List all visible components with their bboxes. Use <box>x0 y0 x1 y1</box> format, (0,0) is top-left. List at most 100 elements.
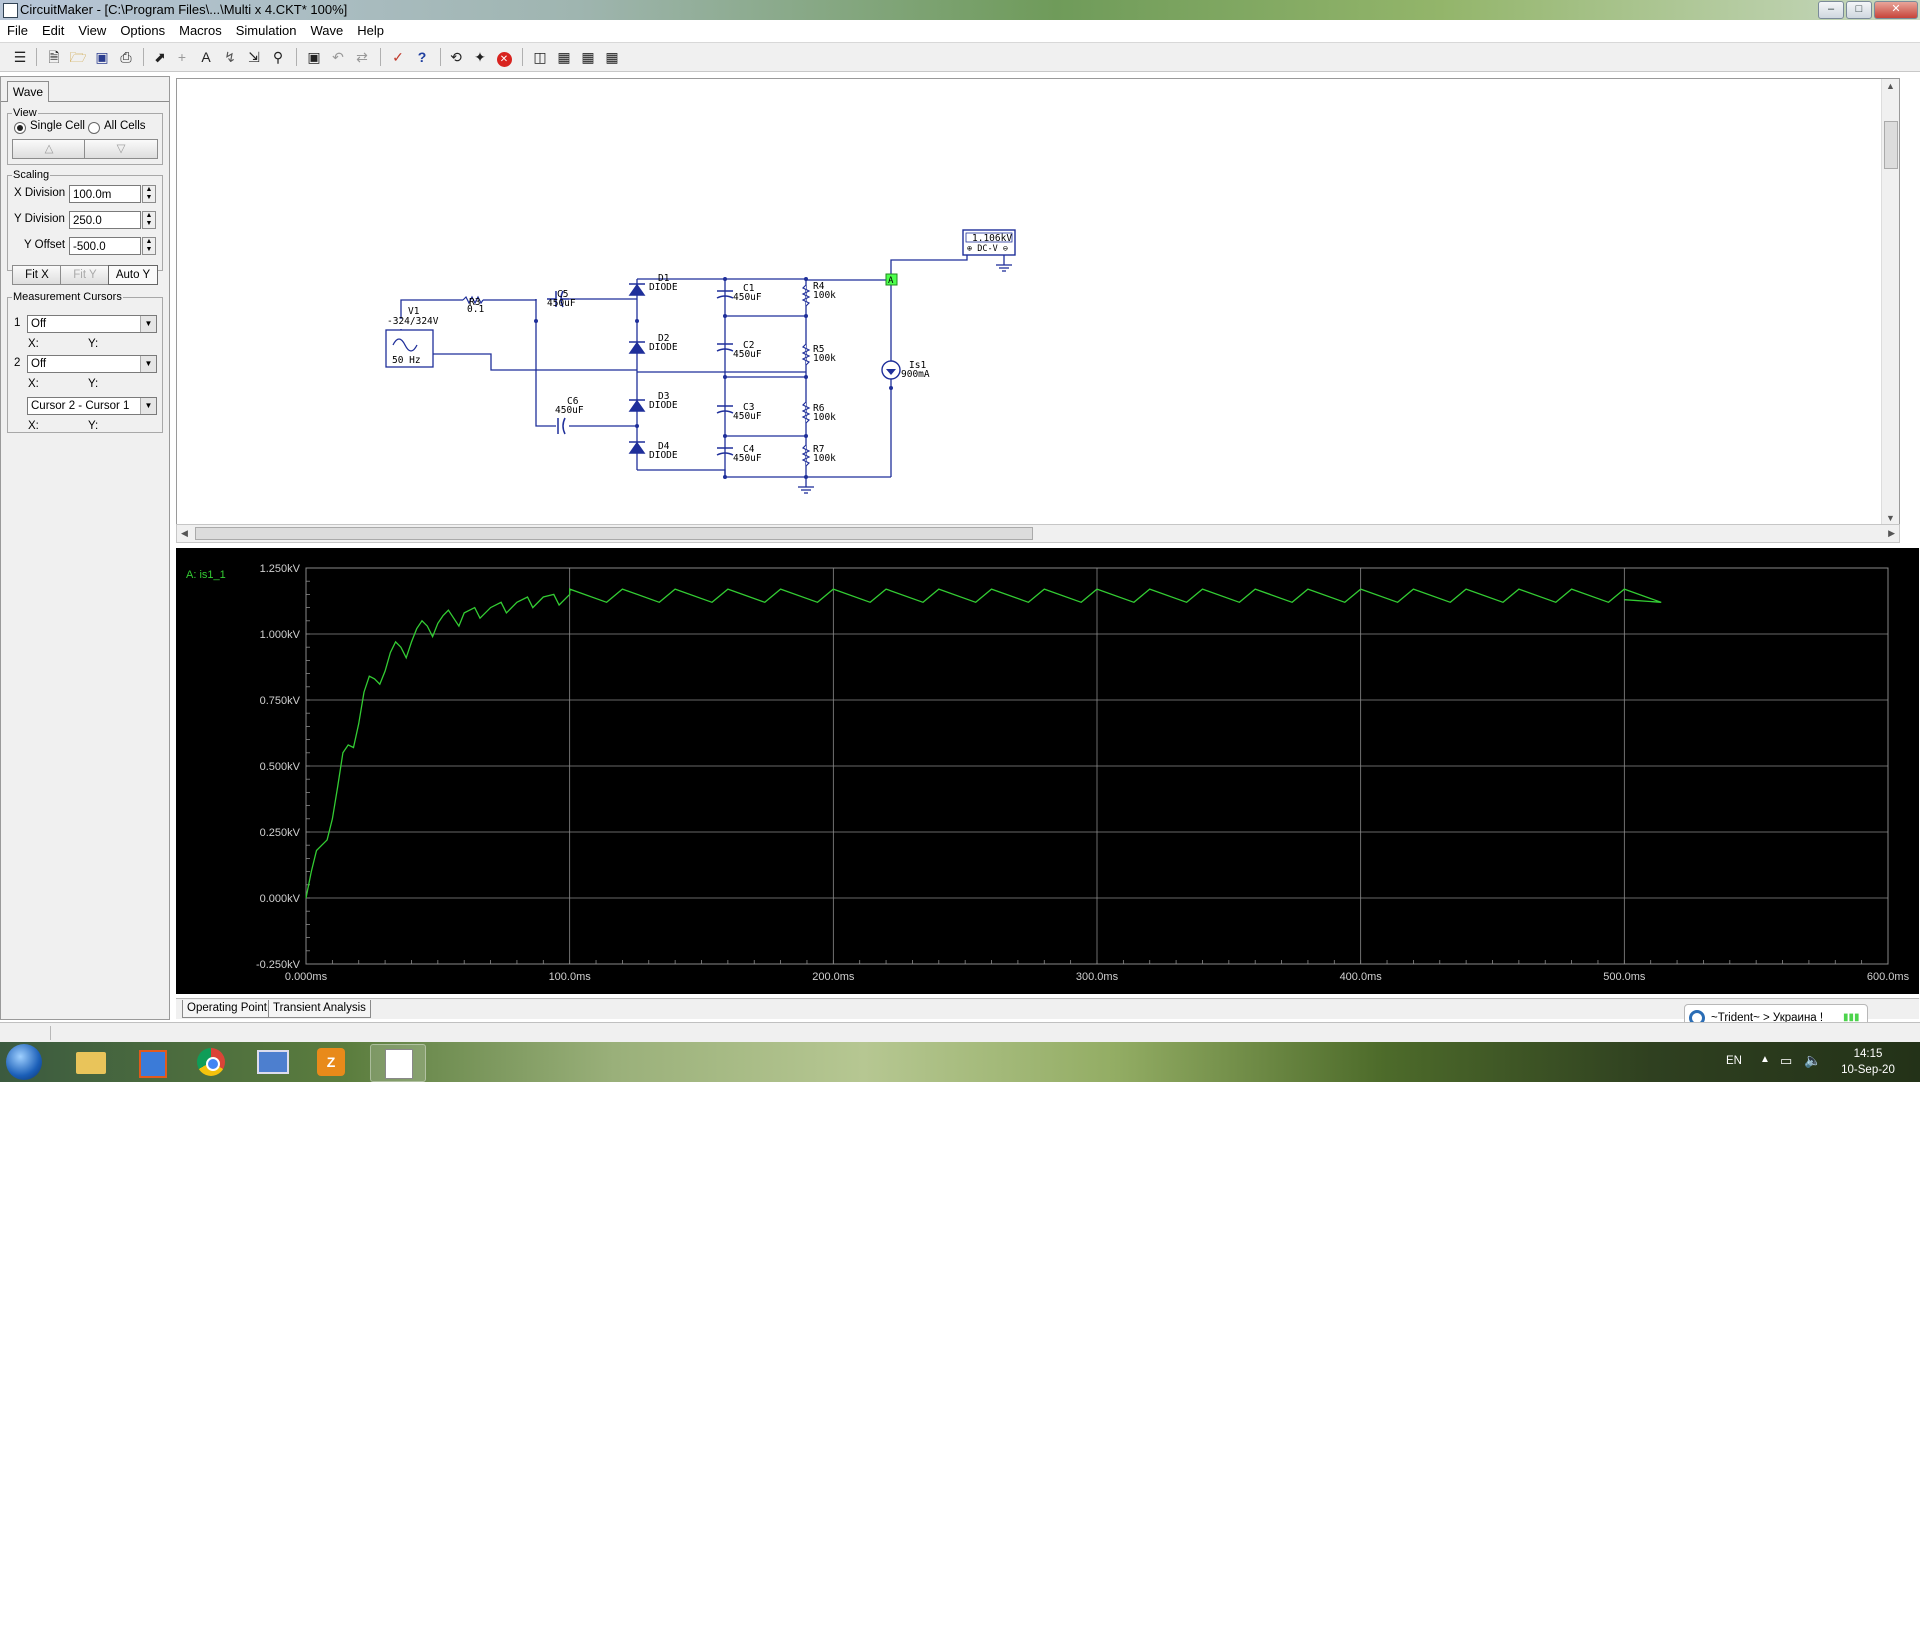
fit-y-button[interactable]: Fit Y <box>60 265 110 285</box>
redo-icon[interactable]: ⇄ <box>352 47 372 67</box>
text-icon[interactable]: A <box>196 47 216 67</box>
y-division-stepper[interactable]: ▲ ▼ <box>142 211 156 229</box>
tab-transient-analysis[interactable]: Transient Analysis <box>268 1000 371 1018</box>
library-icon[interactable]: ☰ <box>10 47 30 67</box>
new-icon[interactable]: 🗎 <box>44 47 64 67</box>
d3-diode-icon[interactable] <box>628 399 646 412</box>
waveform-window[interactable]: A: is1_1 1.250kV 1.000kV 0.750kV 0.500kV 0.2… <box>176 548 1919 994</box>
language-indicator[interactable]: EN <box>1726 1055 1742 1067</box>
fit-x-button[interactable]: Fit X <box>12 265 62 285</box>
cell-down-button[interactable]: ▽ <box>84 139 158 159</box>
wave2-icon[interactable]: ▦ <box>578 47 598 67</box>
cursor-2-select[interactable]: Off ▼ <box>27 355 157 373</box>
menu-edit[interactable]: Edit <box>35 20 71 42</box>
c6-capacitor-icon[interactable] <box>557 417 566 435</box>
tab-wave[interactable]: Wave <box>7 81 49 102</box>
y-division-field[interactable]: 250.0 <box>69 211 141 229</box>
all-cells-radio[interactable] <box>88 122 100 134</box>
tray-expand-icon[interactable]: ▲ <box>1760 1054 1770 1065</box>
vertical-scroll-thumb[interactable] <box>1884 121 1898 169</box>
cursor-1-y-label: Y: <box>88 338 99 350</box>
undo-icon[interactable]: ↶ <box>328 47 348 67</box>
scroll-right-icon[interactable]: ▶ <box>1888 528 1895 539</box>
d4-diode-icon[interactable] <box>628 441 646 454</box>
cursor-2-value: Off <box>31 358 47 370</box>
schematic-vertical-scrollbar[interactable]: ▲ ▼ <box>1881 79 1899 525</box>
reset-icon[interactable]: ⟲ <box>446 47 466 67</box>
zoom-icon[interactable]: ⚲ <box>268 47 288 67</box>
x-division-stepper[interactable]: ▲ ▼ <box>142 185 156 203</box>
y-offset-label: Y Offset <box>24 239 66 251</box>
wave-panel: Wave View Single Cell All Cells △ ▽ Scal… <box>0 76 170 1020</box>
menu-view[interactable]: View <box>71 20 113 42</box>
cell-up-button[interactable]: △ <box>12 139 86 159</box>
y-tick-label: 0.500kV <box>260 761 301 773</box>
help-icon[interactable]: ? <box>412 47 432 67</box>
app-icon <box>3 3 18 18</box>
probe-icon[interactable]: ↯ <box>220 47 240 67</box>
auto-y-button[interactable]: Auto Y <box>108 265 158 285</box>
r6-resistor-icon[interactable] <box>801 401 811 424</box>
all-cells-label: All Cells <box>104 120 146 132</box>
menu-macros[interactable]: Macros <box>172 20 229 42</box>
toolbar-separator <box>143 48 144 66</box>
schematic-horizontal-scrollbar[interactable]: ◀ ▶ <box>176 524 1900 543</box>
x-division-field[interactable]: 100.0m <box>69 185 141 203</box>
x-tick-label: 500.0ms <box>1603 971 1646 983</box>
x-tick-label: 300.0ms <box>1076 971 1119 983</box>
run-icon[interactable]: ✦ <box>470 47 490 67</box>
maximize-button[interactable]: □ <box>1846 1 1872 19</box>
filezilla-taskbar-icon[interactable]: Z <box>304 1044 358 1080</box>
single-cell-radio[interactable] <box>14 122 26 134</box>
arrow-icon[interactable]: ⬈ <box>150 47 170 67</box>
trace-icon[interactable]: ◫ <box>530 47 550 67</box>
status-divider <box>50 1026 51 1040</box>
circuitmaker-taskbar-icon[interactable] <box>370 1044 426 1082</box>
r7-resistor-icon[interactable] <box>801 444 811 467</box>
r4-resistor-icon[interactable] <box>801 284 811 307</box>
minimize-button[interactable]: – <box>1818 1 1844 19</box>
r5-resistor-icon[interactable] <box>801 343 811 366</box>
wave-icon[interactable]: ▦ <box>554 47 574 67</box>
close-button[interactable]: ✕ <box>1874 1 1918 19</box>
horizontal-scroll-thumb[interactable] <box>195 527 1033 540</box>
start-button[interactable] <box>6 1044 42 1080</box>
c5-value: 450uF <box>547 298 576 309</box>
y-offset-stepper[interactable]: ▲ ▼ <box>142 237 156 255</box>
scroll-up-icon[interactable]: ▲ <box>1886 81 1895 91</box>
computer-taskbar-icon[interactable] <box>244 1044 298 1080</box>
network-icon[interactable]: ▭ <box>1780 1053 1792 1069</box>
schematic-canvas[interactable]: A 1.106kV ⊕ DC-V ⊖ V1 -324/324V 50 Hz R3… <box>176 78 1900 526</box>
y-offset-field[interactable]: -500.0 <box>69 237 141 255</box>
cursor-diff-select[interactable]: Cursor 2 - Cursor 1 ▼ <box>27 397 157 415</box>
explorer-taskbar-icon[interactable] <box>64 1044 118 1080</box>
system-clock[interactable]: 14:15 10-Sep-20 <box>1820 1046 1916 1078</box>
print-icon[interactable]: ⎙ <box>116 47 136 67</box>
d1-diode-icon[interactable] <box>628 283 646 296</box>
menu-help[interactable]: Help <box>350 20 391 42</box>
zoom-fit-icon[interactable]: ▣ <box>304 47 324 67</box>
chrome-taskbar-icon[interactable] <box>184 1044 238 1080</box>
c1-value: 450uF <box>733 292 762 303</box>
save-icon[interactable]: ▣ <box>92 47 112 67</box>
wave3-icon[interactable]: ▦ <box>602 47 622 67</box>
tab-operating-point[interactable]: Operating Point <box>182 1000 272 1018</box>
status-bar <box>0 1022 1920 1043</box>
cursor-1-select[interactable]: Off ▼ <box>27 315 157 333</box>
r5-value: 100k <box>813 353 836 364</box>
menu-simulation[interactable]: Simulation <box>229 20 304 42</box>
menu-file[interactable]: File <box>0 20 35 42</box>
wire-icon[interactable]: + <box>172 47 192 67</box>
scroll-left-icon[interactable]: ◀ <box>181 528 188 539</box>
zoom-pointer-icon[interactable]: ⇲ <box>244 47 264 67</box>
remote-taskbar-icon[interactable] <box>124 1044 178 1080</box>
volume-icon[interactable]: 🔈 <box>1804 1052 1821 1069</box>
scroll-down-icon[interactable]: ▼ <box>1886 513 1895 523</box>
d2-diode-icon[interactable] <box>628 341 646 354</box>
stop-icon[interactable]: ✕ <box>494 47 514 67</box>
menu-wave[interactable]: Wave <box>303 20 350 42</box>
menu-options[interactable]: Options <box>113 20 172 42</box>
open-icon[interactable]: 🗁 <box>68 47 88 67</box>
check-icon[interactable]: ✓ <box>388 47 408 67</box>
voltage-trace <box>305 588 1662 899</box>
